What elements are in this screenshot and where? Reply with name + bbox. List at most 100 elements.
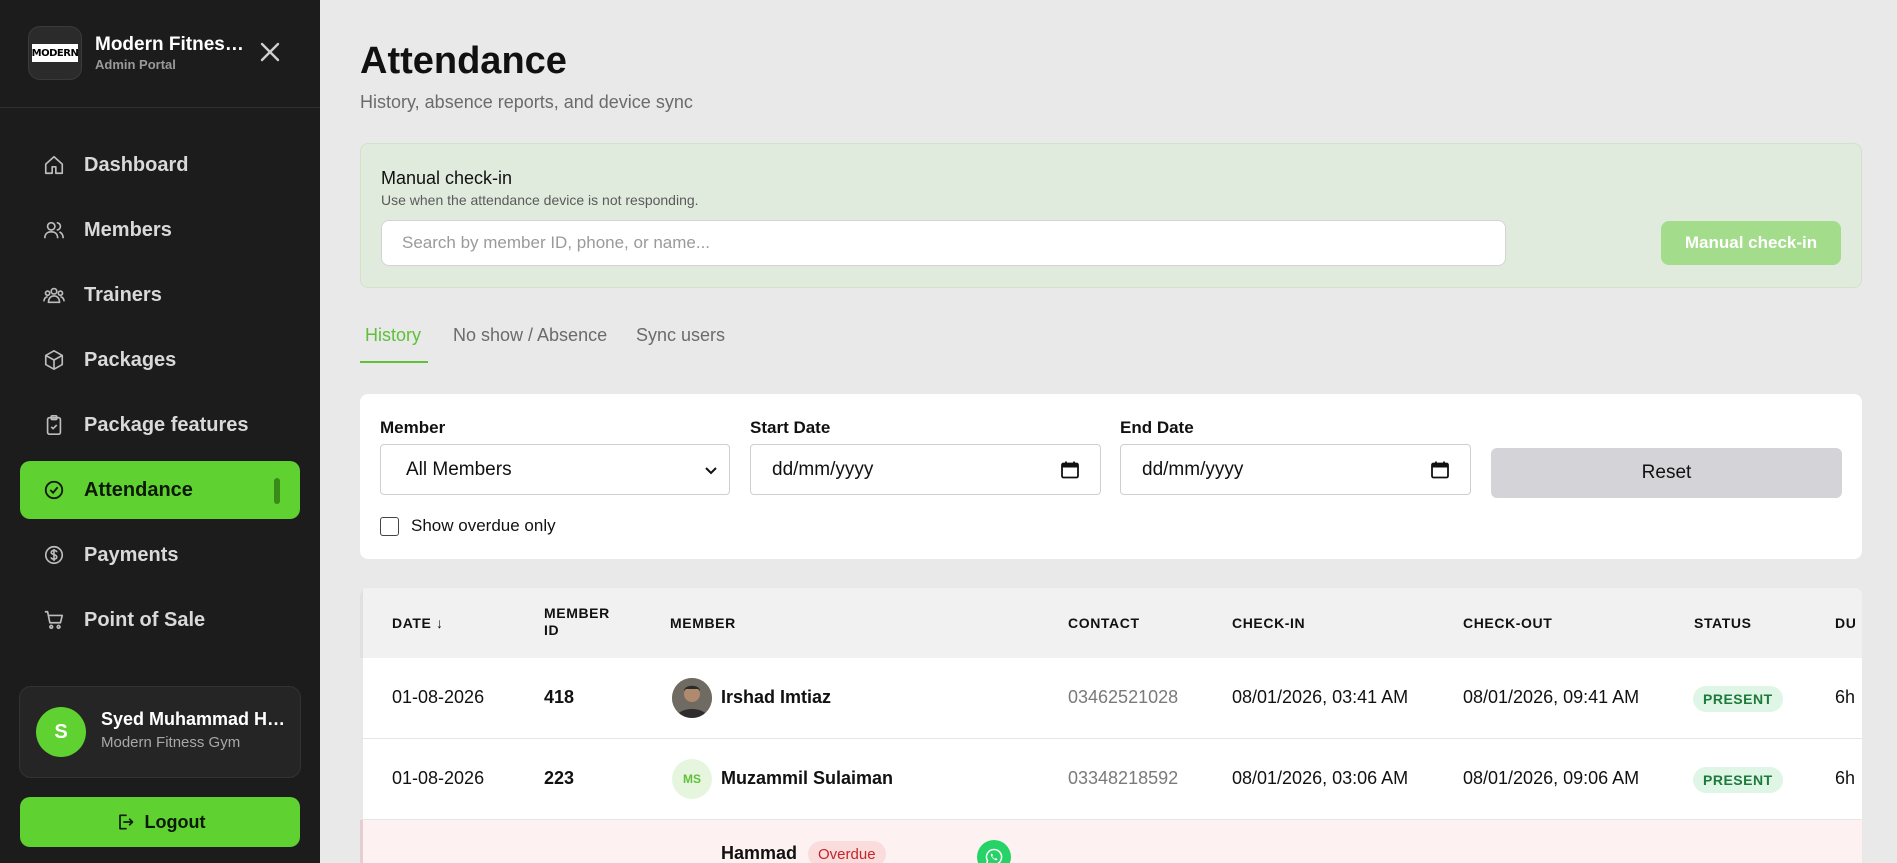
- group-icon: [42, 283, 66, 307]
- brand-name: Modern Fitness Gym: [95, 34, 245, 55]
- cell-check-out: 08/01/2026, 09:06 AM: [1463, 768, 1640, 788]
- overdue-badge: Overdue: [808, 841, 886, 863]
- whatsapp-icon: [985, 848, 1003, 863]
- calendar-icon: [1431, 461, 1449, 479]
- manual-checkin-description: Use when the attendance device is not re…: [381, 192, 699, 208]
- sidebar-item-packages[interactable]: Packages: [20, 331, 300, 389]
- cell-duration: 6h: [1835, 687, 1856, 707]
- sidebar-item-label: Payments: [84, 543, 179, 566]
- page-subtitle: History, absence reports, and device syn…: [360, 92, 693, 112]
- manual-checkin-button[interactable]: Manual check-in: [1661, 221, 1841, 265]
- logout-icon: [118, 814, 133, 830]
- cell-check-in: 08/01/2026, 03:06 AM: [1232, 768, 1409, 788]
- sidebar-item-label: Attendance: [84, 478, 193, 501]
- tab-sync-users[interactable]: Sync users: [636, 325, 725, 346]
- sidebar-item-point-of-sale[interactable]: Point of Sale: [20, 591, 300, 649]
- sidebar-item-label: Point of Sale: [84, 608, 206, 631]
- calendar-icon: [1061, 461, 1079, 479]
- filters-panel: Member All Members Start Date dd/mm/yyyy…: [360, 394, 1862, 559]
- sidebar-item-package-features[interactable]: Package features: [20, 396, 300, 454]
- tab-history[interactable]: History: [365, 325, 421, 346]
- page-title: Attendance: [360, 40, 567, 82]
- avatar: MS: [672, 759, 712, 799]
- cell-member-name[interactable]: Muzammil Sulaiman: [721, 768, 893, 789]
- sidebar-item-label: Packages: [84, 348, 177, 371]
- cell-contact: 03348218592: [1068, 768, 1179, 788]
- column-header-contact: CONTACT: [1068, 615, 1140, 631]
- column-header-check-out: CHECK-OUT: [1463, 615, 1553, 631]
- column-header-member-id: MEMBER ID: [544, 605, 610, 638]
- user-name: Syed Muhammad Hamza: [101, 709, 286, 729]
- home-icon: [42, 153, 66, 177]
- member-select-value: All Members: [406, 458, 512, 480]
- user-profile-card[interactable]: S Syed Muhammad Hamza Modern Fitness Gym: [19, 686, 301, 778]
- member-filter-label: Member: [380, 418, 446, 437]
- sidebar-item-label: Package features: [84, 413, 249, 436]
- column-header-status: STATUS: [1694, 615, 1752, 631]
- start-date-label: Start Date: [750, 418, 831, 437]
- cell-contact: 03462521028: [1068, 687, 1179, 707]
- manual-checkin-title: Manual check-in: [381, 168, 513, 188]
- end-date-input[interactable]: dd/mm/yyyy: [1120, 444, 1471, 495]
- table-header: DATE ↓ MEMBER ID MEMBER CONTACT CHECK-IN…: [360, 588, 1862, 658]
- avatar: S: [36, 707, 86, 757]
- close-sidebar-button[interactable]: [256, 38, 284, 66]
- dollar-circle-icon: [42, 543, 66, 567]
- cell-check-in: 08/01/2026, 03:41 AM: [1232, 687, 1409, 707]
- logo-text: MODERN: [32, 44, 79, 62]
- table-row-overdue[interactable]: Hammad Overdue: [360, 820, 1862, 863]
- overdue-checkbox[interactable]: [380, 516, 399, 536]
- sidebar: MODERN Modern Fitness Gym Admin Portal D…: [0, 0, 320, 863]
- brand-logo: MODERN: [28, 26, 82, 80]
- check-circle-icon: [42, 478, 66, 502]
- logout-label: Logout: [144, 811, 206, 832]
- cell-member-id: 223: [544, 768, 575, 788]
- cell-member-name[interactable]: Hammad: [721, 843, 797, 863]
- status-badge: PRESENT: [1693, 767, 1783, 793]
- active-indicator: [274, 478, 280, 504]
- cell-member-name[interactable]: Irshad Imtiaz: [721, 687, 831, 708]
- column-header-date[interactable]: DATE ↓: [392, 615, 444, 632]
- logout-button[interactable]: Logout: [20, 797, 300, 847]
- whatsapp-button[interactable]: [977, 840, 1011, 863]
- cell-date: 01-08-2026: [392, 768, 485, 788]
- user-gym: Modern Fitness Gym: [101, 734, 241, 751]
- users-icon: [42, 218, 66, 242]
- column-header-check-in: CHECK-IN: [1232, 615, 1306, 631]
- sidebar-item-dashboard[interactable]: Dashboard: [20, 136, 300, 194]
- cell-duration: 6h: [1835, 768, 1856, 788]
- active-tab-underline: [360, 361, 428, 363]
- sidebar-item-trainers[interactable]: Trainers: [20, 266, 300, 324]
- sidebar-item-payments[interactable]: Payments: [20, 526, 300, 584]
- avatar: [672, 678, 712, 718]
- start-date-input[interactable]: dd/mm/yyyy: [750, 444, 1101, 495]
- member-select[interactable]: All Members: [380, 444, 730, 495]
- cell-check-out: 08/01/2026, 09:41 AM: [1463, 687, 1640, 707]
- manual-checkin-panel: Manual check-in Use when the attendance …: [360, 143, 1862, 288]
- table-row[interactable]: 01-08-2026 418 Irshad Imtiaz 03462521028…: [360, 658, 1862, 739]
- reset-button[interactable]: Reset: [1491, 448, 1842, 498]
- column-header-member: MEMBER: [670, 615, 736, 631]
- chevron-down-icon: [705, 467, 717, 475]
- sidebar-nav: Dashboard Members Trainers Packages Pack…: [20, 136, 300, 656]
- overdue-checkbox-label: Show overdue only: [411, 516, 556, 535]
- column-header-duration: DU: [1835, 615, 1857, 631]
- cell-member-id: 418: [544, 687, 575, 707]
- sidebar-item-members[interactable]: Members: [20, 201, 300, 259]
- cell-date: 01-08-2026: [392, 687, 485, 707]
- start-date-value: dd/mm/yyyy: [772, 458, 874, 480]
- status-badge: PRESENT: [1693, 686, 1783, 712]
- table-row[interactable]: 01-08-2026 223 MS Muzammil Sulaiman 0334…: [360, 739, 1862, 820]
- overdue-filter: Show overdue only: [380, 516, 556, 536]
- end-date-value: dd/mm/yyyy: [1142, 458, 1244, 480]
- cart-icon: [42, 608, 66, 632]
- member-search-input[interactable]: [381, 220, 1506, 266]
- tab-no-show-absence[interactable]: No show / Absence: [453, 325, 607, 346]
- box-icon: [42, 348, 66, 372]
- sidebar-item-attendance[interactable]: Attendance: [20, 461, 300, 519]
- end-date-label: End Date: [1120, 418, 1194, 437]
- sidebar-item-label: Members: [84, 218, 172, 241]
- clipboard-icon: [42, 413, 66, 437]
- sidebar-item-label: Trainers: [84, 283, 162, 306]
- brand-subtitle: Admin Portal: [95, 57, 176, 72]
